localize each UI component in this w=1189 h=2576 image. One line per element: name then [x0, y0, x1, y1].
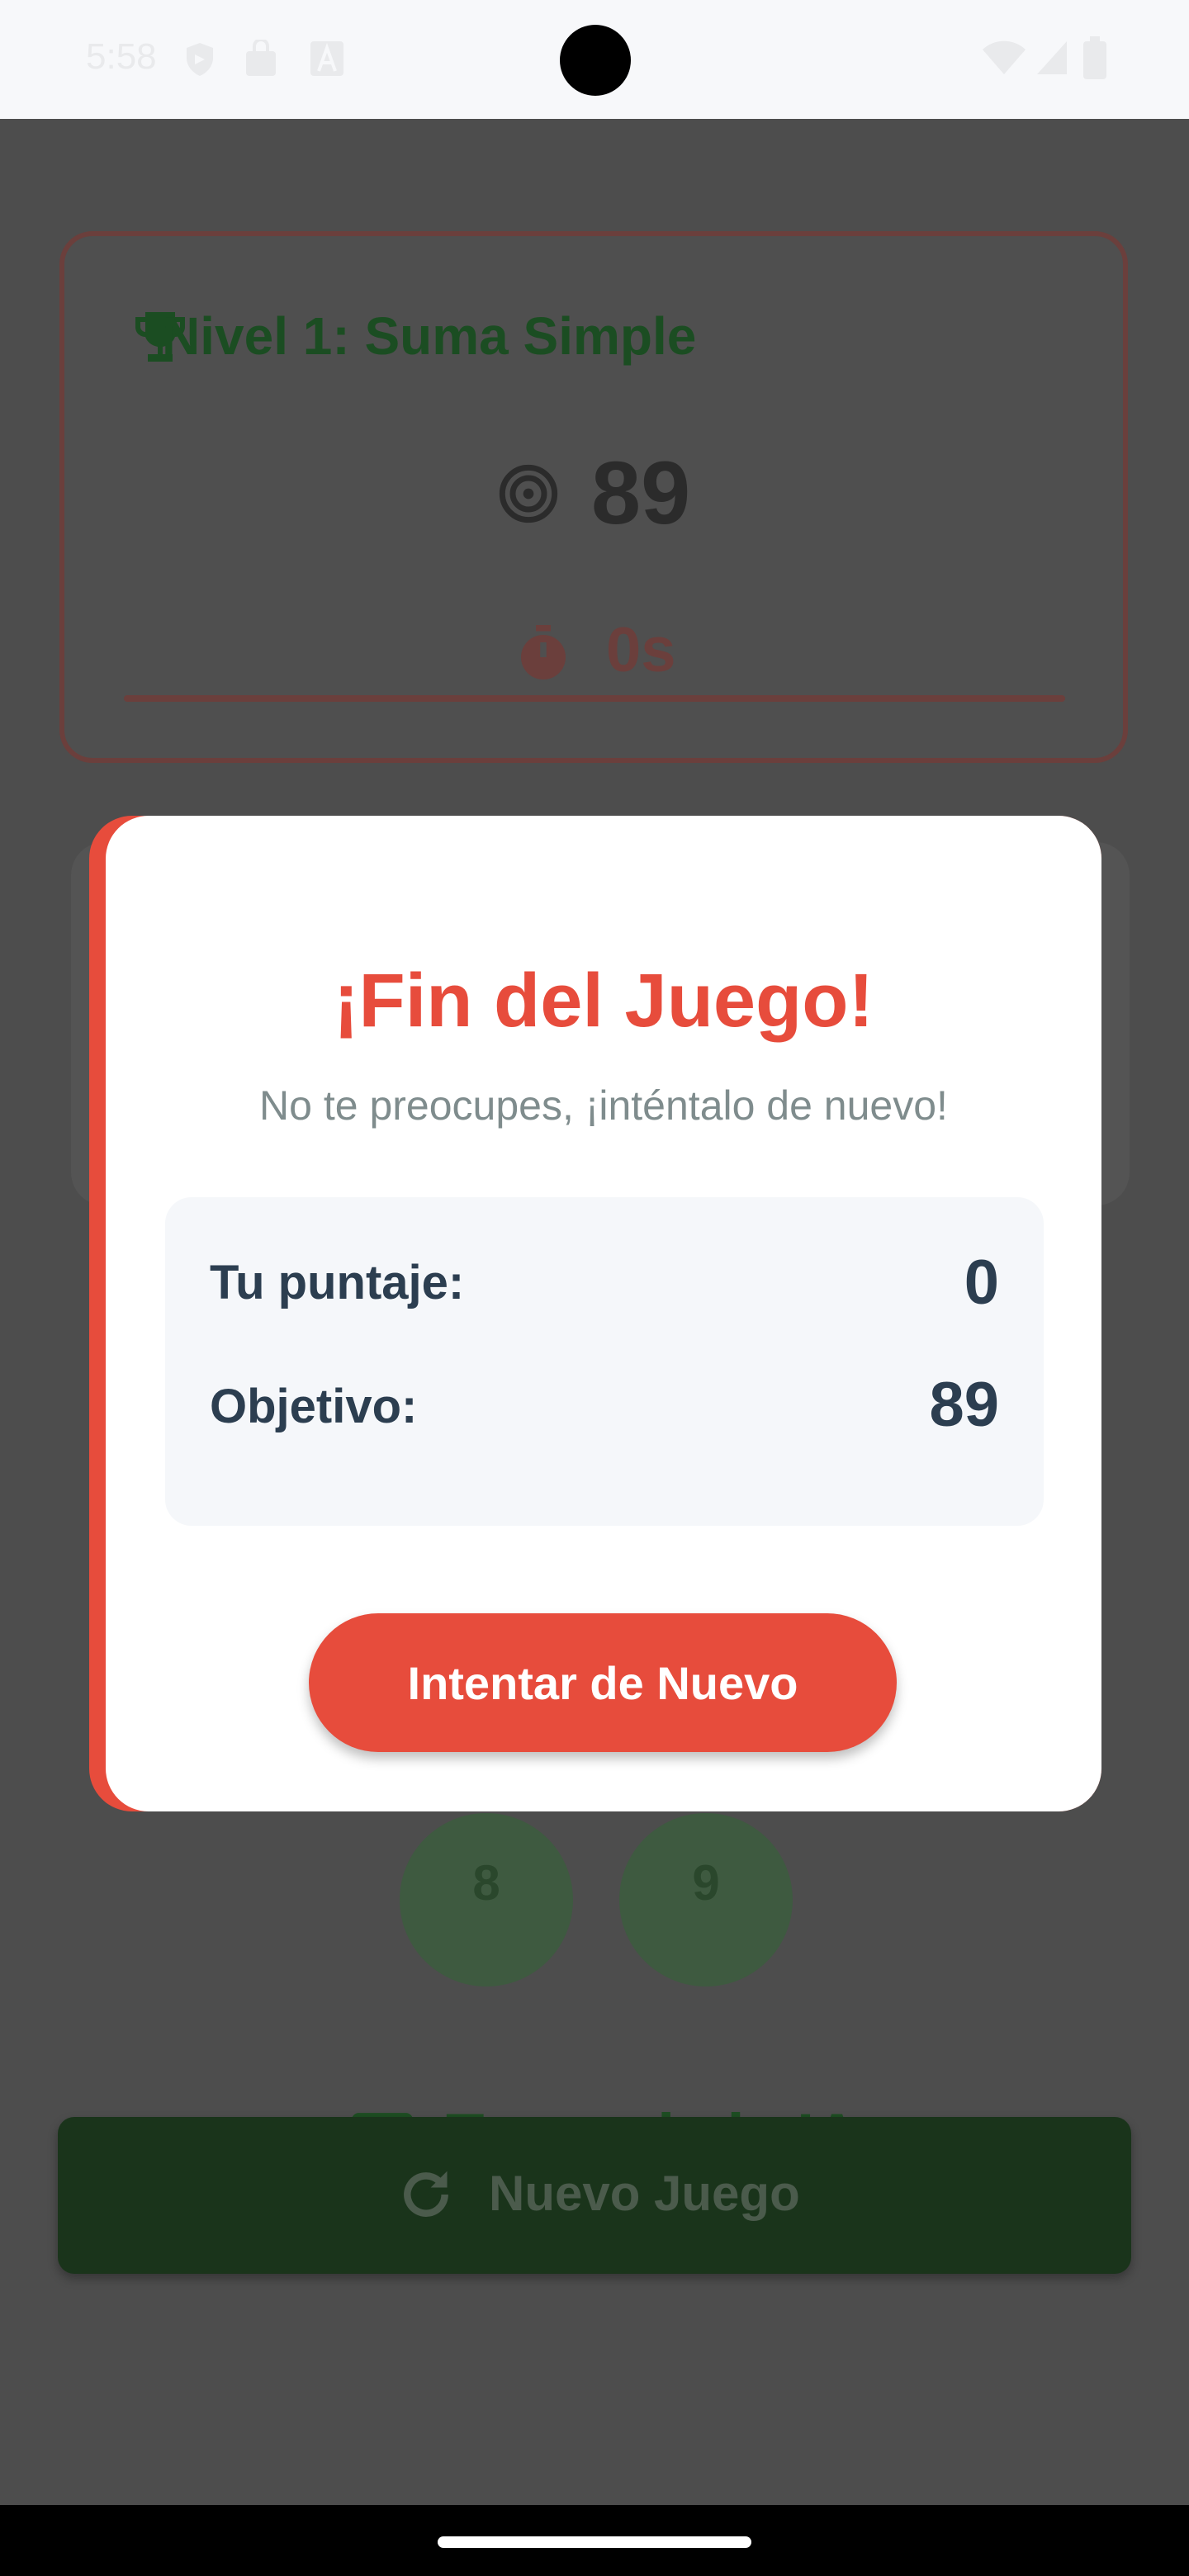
score-label: Tu puntaje: — [210, 1256, 465, 1309]
target-number: 89 — [591, 443, 691, 542]
score-summary: Tu puntaje: 0 Objetivo: 89 — [165, 1197, 1044, 1526]
home-handle[interactable] — [438, 2536, 751, 2548]
status-time: 5:58 — [86, 36, 157, 77]
target-label: Objetivo: — [210, 1380, 418, 1433]
signal-icon — [1037, 41, 1067, 74]
shield-icon — [187, 43, 213, 76]
battery-icon — [1083, 36, 1106, 79]
target-value: 89 — [929, 1370, 999, 1440]
bag-icon — [246, 40, 276, 76]
dialog-subtitle: No te preocupes, ¡inténtalo de nuevo! — [259, 1082, 948, 1129]
retry-button[interactable]: Intentar de Nuevo — [309, 1613, 897, 1752]
timer-value: 0s — [606, 615, 676, 685]
navigation-bar — [0, 2505, 1189, 2576]
target-icon — [499, 464, 558, 523]
front-camera — [560, 25, 631, 96]
number-button[interactable]: 9 — [619, 1813, 793, 1986]
timer-progress-bar — [124, 695, 1065, 702]
new-game-label: Nuevo Juego — [489, 2166, 800, 2221]
level-title: Nivel 1: Suma Simple — [162, 306, 697, 366]
refresh-icon — [404, 2171, 448, 2217]
new-game-button[interactable]: Nuevo Juego — [58, 2117, 1131, 2274]
game-over-dialog: ¡Fin del Juego! No te preocupes, ¡intént… — [106, 816, 1101, 1811]
score-value: 0 — [964, 1248, 999, 1318]
number-button[interactable]: 8 — [400, 1813, 573, 1986]
stopwatch-icon — [521, 625, 566, 680]
dialog-title: ¡Fin del Juego! — [333, 959, 874, 1043]
wifi-icon — [983, 40, 1026, 74]
status-bar: 5:58 — [0, 0, 1189, 119]
font-icon — [310, 41, 343, 76]
